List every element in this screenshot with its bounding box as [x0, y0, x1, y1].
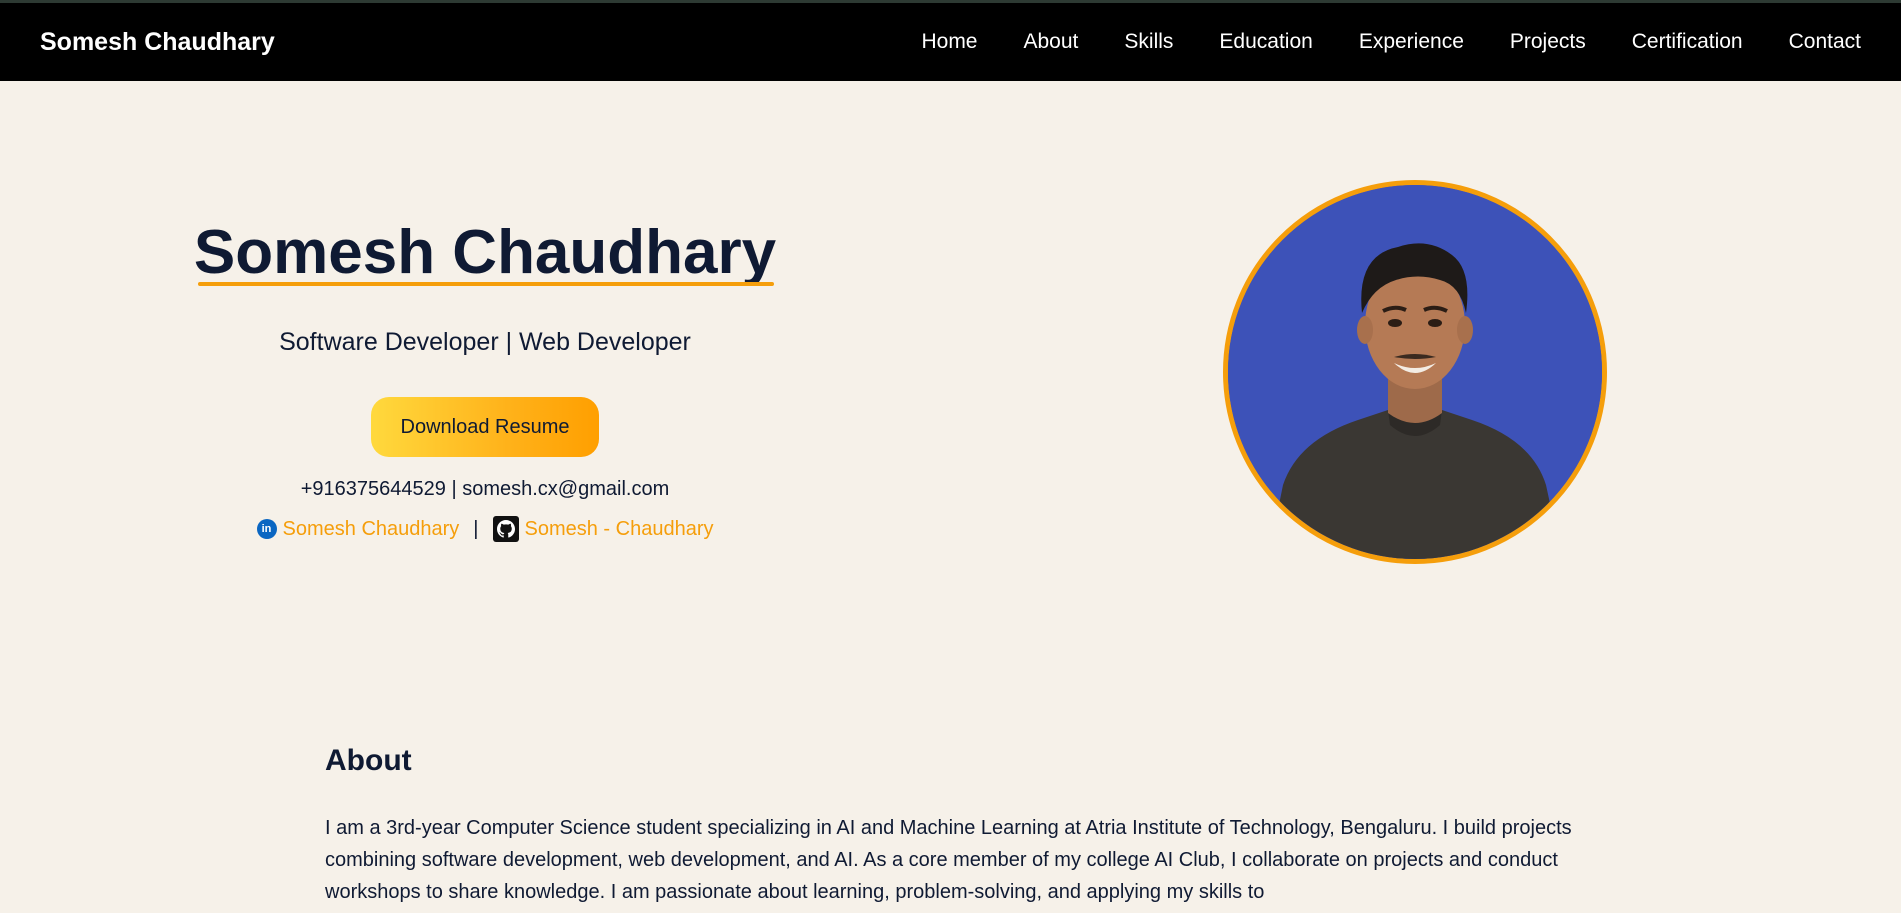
github-link[interactable]: Somesh - Chaudhary: [492, 516, 714, 542]
github-icon: [492, 516, 519, 542]
nav-projects[interactable]: Projects: [1510, 30, 1586, 54]
hero-name-wrap: Somesh Chaudhary: [160, 215, 810, 291]
nav-certification[interactable]: Certification: [1632, 30, 1743, 54]
profile-illustration: [1228, 185, 1602, 559]
profile-photo: [1223, 180, 1607, 564]
tagline: Software Developer | Web Developer: [279, 328, 691, 356]
nav-education[interactable]: Education: [1219, 30, 1312, 54]
name-underline: [198, 282, 774, 286]
linkedin-link[interactable]: in Somesh Chaudhary: [256, 517, 460, 541]
download-resume-button[interactable]: Download Resume: [371, 397, 599, 457]
nav-about[interactable]: About: [1024, 30, 1079, 54]
about-heading: About: [325, 744, 412, 777]
nav-contact[interactable]: Contact: [1789, 30, 1861, 54]
contact-info: +916375644529 | somesh.cx@gmail.com: [300, 478, 670, 500]
social-links: in Somesh Chaudhary | Somesh - Chaudhary: [160, 516, 810, 542]
brand-name[interactable]: Somesh Chaudhary: [40, 28, 275, 57]
nav-experience[interactable]: Experience: [1359, 30, 1464, 54]
nav-skills[interactable]: Skills: [1124, 30, 1173, 54]
navbar: Somesh Chaudhary Home About Skills Educa…: [0, 3, 1901, 81]
about-text: I am a 3rd-year Computer Science student…: [325, 817, 1572, 903]
social-separator: |: [473, 517, 479, 540]
hero-name: Somesh Chaudhary: [193, 218, 777, 287]
nav-links: Home About Skills Education Experience P…: [921, 30, 1861, 54]
nav-home[interactable]: Home: [921, 30, 977, 54]
github-label: Somesh - Chaudhary: [524, 517, 714, 540]
linkedin-icon: in: [256, 519, 277, 539]
tagline-wrap: Software Developer | Web Developer: [160, 328, 810, 357]
linkedin-label: Somesh Chaudhary: [282, 517, 460, 540]
